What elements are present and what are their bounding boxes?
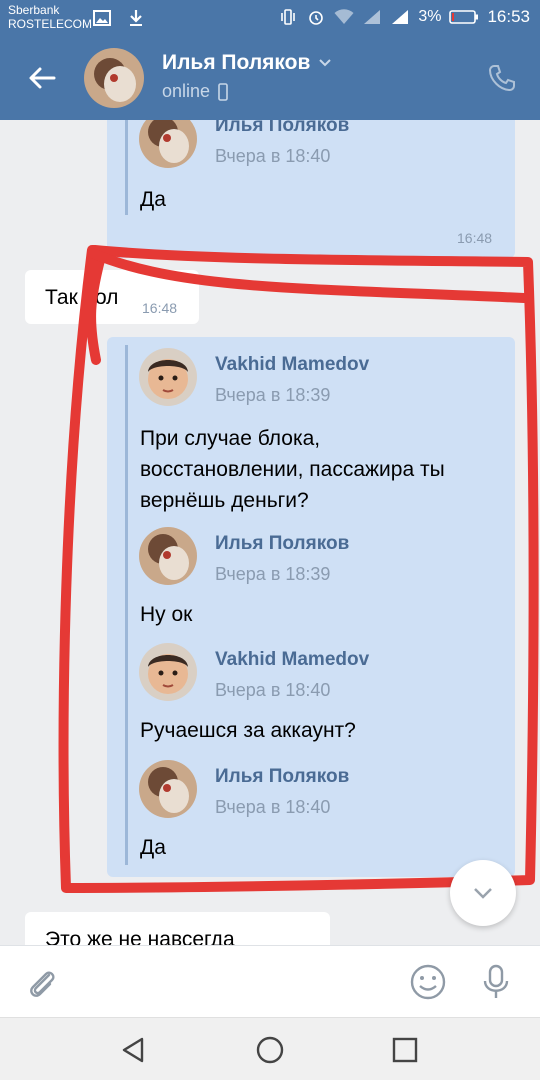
contact-name: Илья Поляков	[162, 51, 311, 74]
contact-title[interactable]: Илья Поляков	[162, 51, 332, 75]
back-button[interactable]	[22, 58, 62, 98]
download-icon	[126, 8, 146, 28]
message-bubble-outgoing[interactable]: Илья Поляков Вчера в 18:40 Да 16:48	[107, 120, 515, 258]
paperclip-icon	[30, 971, 55, 997]
scroll-down-button[interactable]	[450, 860, 516, 926]
signal-icon-2	[390, 7, 410, 27]
forward-quote-bar	[125, 345, 128, 865]
forward-quote-bar	[125, 120, 128, 215]
system-navigation-bar	[0, 1017, 540, 1080]
status-bar: Sberbank ROSTELECOM 3% 16:53	[0, 0, 540, 36]
chevron-down-icon	[474, 888, 492, 899]
forward-author-name[interactable]: Vakhid Mamedov	[215, 649, 369, 671]
contact-status: online	[162, 81, 228, 102]
message-text: Это же не навсегда	[45, 928, 235, 945]
smile-icon	[410, 964, 446, 1000]
forward-author-avatar[interactable]	[139, 760, 197, 818]
contact-avatar[interactable]	[84, 48, 144, 108]
square-recents-icon	[392, 1037, 418, 1063]
forward-text: Ручаешся за аккаунт?	[140, 719, 356, 742]
forward-date: Вчера в 18:39	[215, 564, 331, 584]
message-time: 16:48	[142, 300, 178, 316]
forward-text-line: При случае блока,	[140, 427, 321, 450]
message-time: 16:48	[457, 230, 493, 246]
system-indicators: 3% 16:53	[278, 7, 530, 27]
alarm-icon	[306, 7, 326, 27]
message-text: Так пол	[45, 286, 119, 309]
forward-author-avatar[interactable]	[139, 120, 197, 168]
carrier-line2: ROSTELECOM	[8, 17, 93, 31]
call-button[interactable]	[486, 62, 518, 94]
forward-author-avatar[interactable]	[139, 643, 197, 701]
clock: 16:53	[487, 7, 530, 26]
message-bubble-outgoing-forward-group[interactable]: Vakhid Mamedov Вчера в 18:39 При случае …	[107, 337, 515, 877]
forward-author-avatar[interactable]	[139, 527, 197, 585]
forward-text-line: вернёшь деньги?	[140, 489, 309, 512]
signal-icon-1	[362, 7, 382, 27]
forward-date: Вчера в 18:40	[215, 797, 331, 817]
forward-text-line: восстановлении, пассажира ты	[140, 458, 445, 481]
battery-icon	[449, 7, 479, 27]
forward-author-name[interactable]: Илья Поляков	[215, 120, 349, 137]
forward-date: Вчера в 18:40	[215, 680, 331, 700]
forward-author-name[interactable]: Илья Поляков	[215, 766, 349, 788]
status-text: online	[162, 81, 211, 101]
chevron-down-icon	[319, 59, 332, 67]
forward-text: Ну ок	[140, 603, 193, 626]
emoji-button[interactable]	[408, 962, 448, 1002]
triangle-back-icon	[122, 1037, 144, 1063]
forward-text: Да	[140, 188, 166, 211]
message-bubble-incoming[interactable]: Так пол 16:48	[25, 270, 199, 324]
forward-text: Да	[140, 836, 166, 859]
vibrate-icon	[278, 7, 298, 27]
carrier-line1: Sberbank	[8, 3, 60, 17]
circle-home-icon	[256, 1036, 284, 1064]
forward-date: Вчера в 18:40	[215, 146, 331, 166]
forward-author-avatar[interactable]	[139, 348, 197, 406]
nav-home-button[interactable]	[254, 1034, 286, 1066]
phone-icon	[488, 65, 515, 92]
message-input-bar	[0, 945, 540, 1017]
nav-recents-button[interactable]	[389, 1034, 421, 1066]
message-list[interactable]: Илья Поляков Вчера в 18:40 Да 16:48 Так …	[0, 120, 540, 945]
wifi-icon	[334, 7, 354, 27]
voice-message-button[interactable]	[476, 962, 516, 1002]
forward-text: При случае блока, восстановлении, пассаж…	[140, 423, 510, 516]
forward-date: Вчера в 18:39	[215, 385, 331, 405]
message-bubble-incoming[interactable]: Это же не навсегда	[25, 912, 330, 945]
carrier-label: Sberbank ROSTELECOM	[8, 3, 92, 31]
microphone-icon	[483, 964, 509, 998]
arrow-left-icon	[29, 67, 56, 89]
forward-author-name[interactable]: Vakhid Mamedov	[215, 354, 369, 376]
forward-author-name[interactable]: Илья Поляков	[215, 533, 349, 555]
notification-icons	[92, 8, 146, 28]
chat-header: Илья Поляков online	[0, 36, 540, 120]
mobile-icon	[218, 82, 228, 101]
nav-back-button[interactable]	[118, 1034, 150, 1066]
gallery-icon	[92, 8, 112, 28]
attach-button[interactable]	[22, 964, 62, 1004]
battery-percent: 3%	[418, 8, 442, 25]
